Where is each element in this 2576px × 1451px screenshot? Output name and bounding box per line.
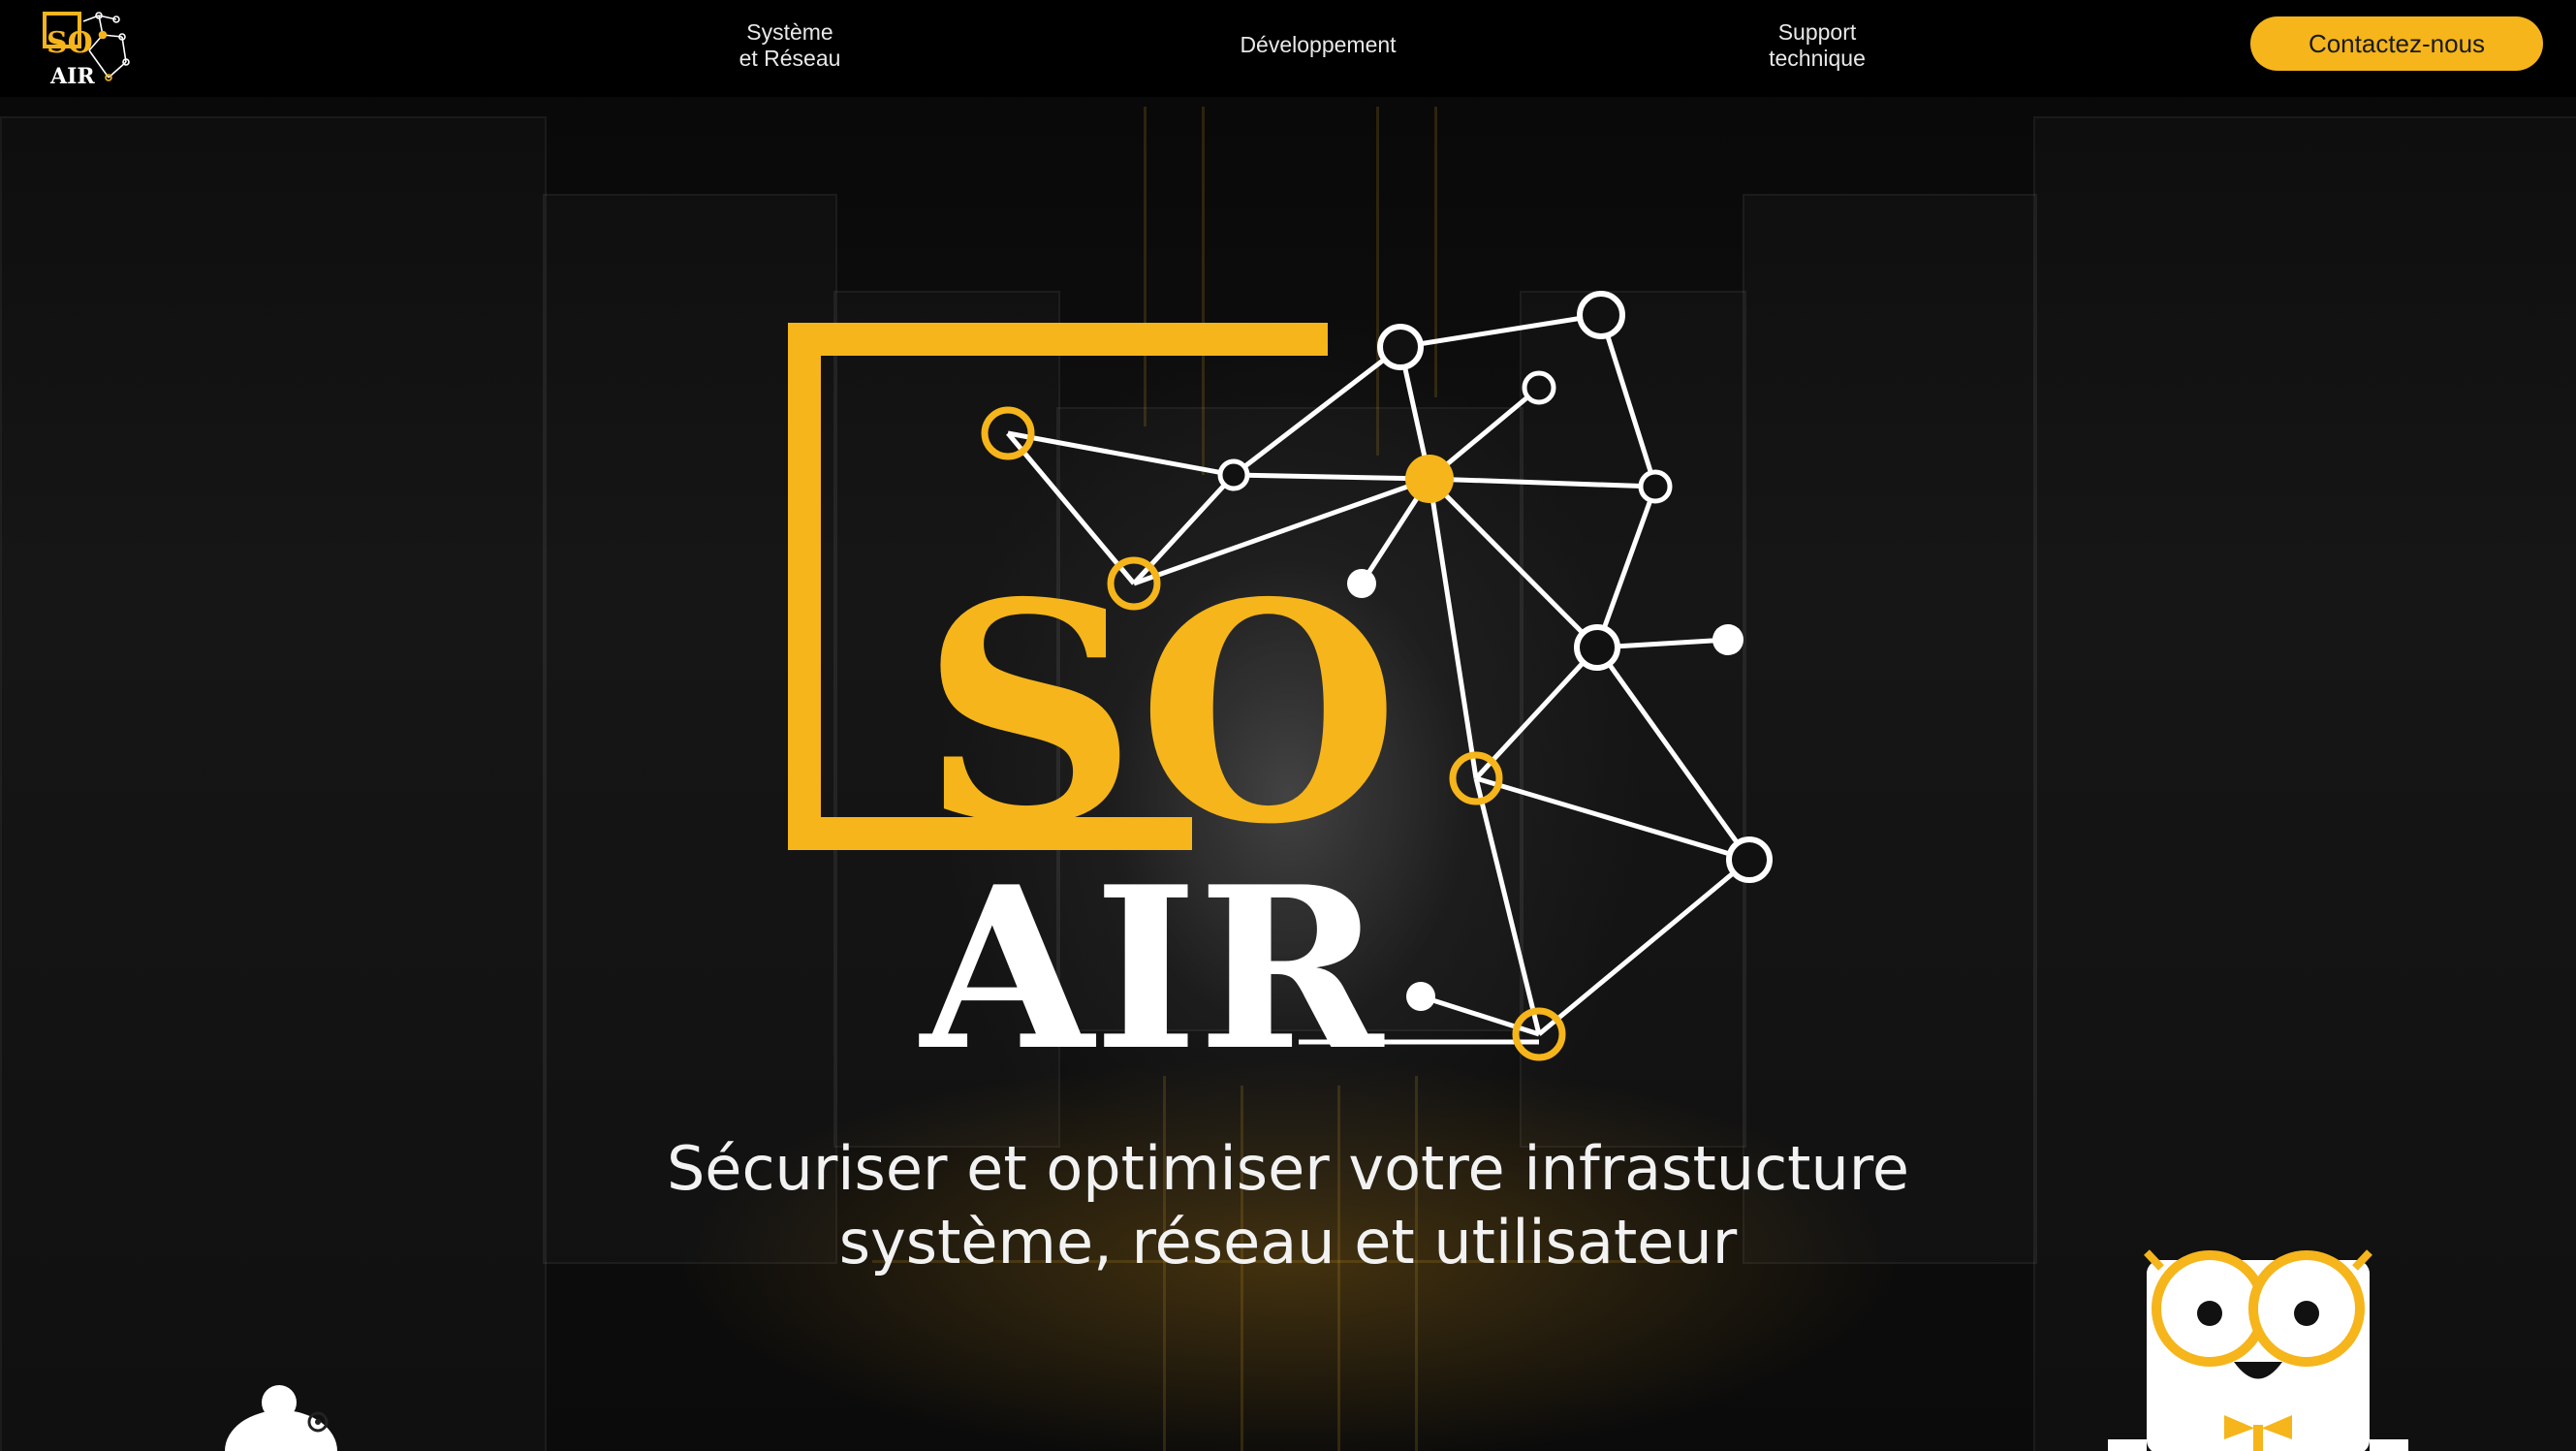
- mouse-mascot-icon: [225, 1385, 337, 1451]
- nav-link-systeme-line1: Système: [746, 19, 833, 45]
- nav-link-developpement[interactable]: Développement: [1202, 32, 1434, 58]
- logo-air-text: AIR: [49, 64, 95, 87]
- nav-link-support-technique[interactable]: Support technique: [1744, 19, 1890, 72]
- nav-link-support-line1: Support: [1777, 19, 1857, 45]
- hero-logo: SO AIR: [788, 291, 1773, 1076]
- contact-button[interactable]: Contactez-nous: [2250, 16, 2543, 71]
- nav-link-support-line2: technique: [1769, 46, 1866, 71]
- owl-mascot-icon: [2108, 1249, 2408, 1451]
- nav-logo[interactable]: SO AIR: [39, 8, 136, 87]
- logo-so-text: SO: [47, 26, 93, 60]
- tagline-line-1: Sécuriser et optimiser votre infrastuctu…: [666, 1133, 1910, 1204]
- top-navbar: SO AIR Système et Réseau Développement S…: [0, 0, 2576, 97]
- nav-link-systeme-reseau[interactable]: Système et Réseau: [717, 19, 863, 72]
- nav-link-developpement-label: Développement: [1240, 32, 1397, 57]
- hero-tagline: Sécuriser et optimiser votre infrastuctu…: [513, 1132, 2063, 1279]
- page: SO AIR Système et Réseau Développement S…: [0, 0, 2576, 1451]
- tagline-line-2: système, réseau et utilisateur: [838, 1207, 1738, 1278]
- nav-link-systeme-line2: et Réseau: [738, 46, 841, 71]
